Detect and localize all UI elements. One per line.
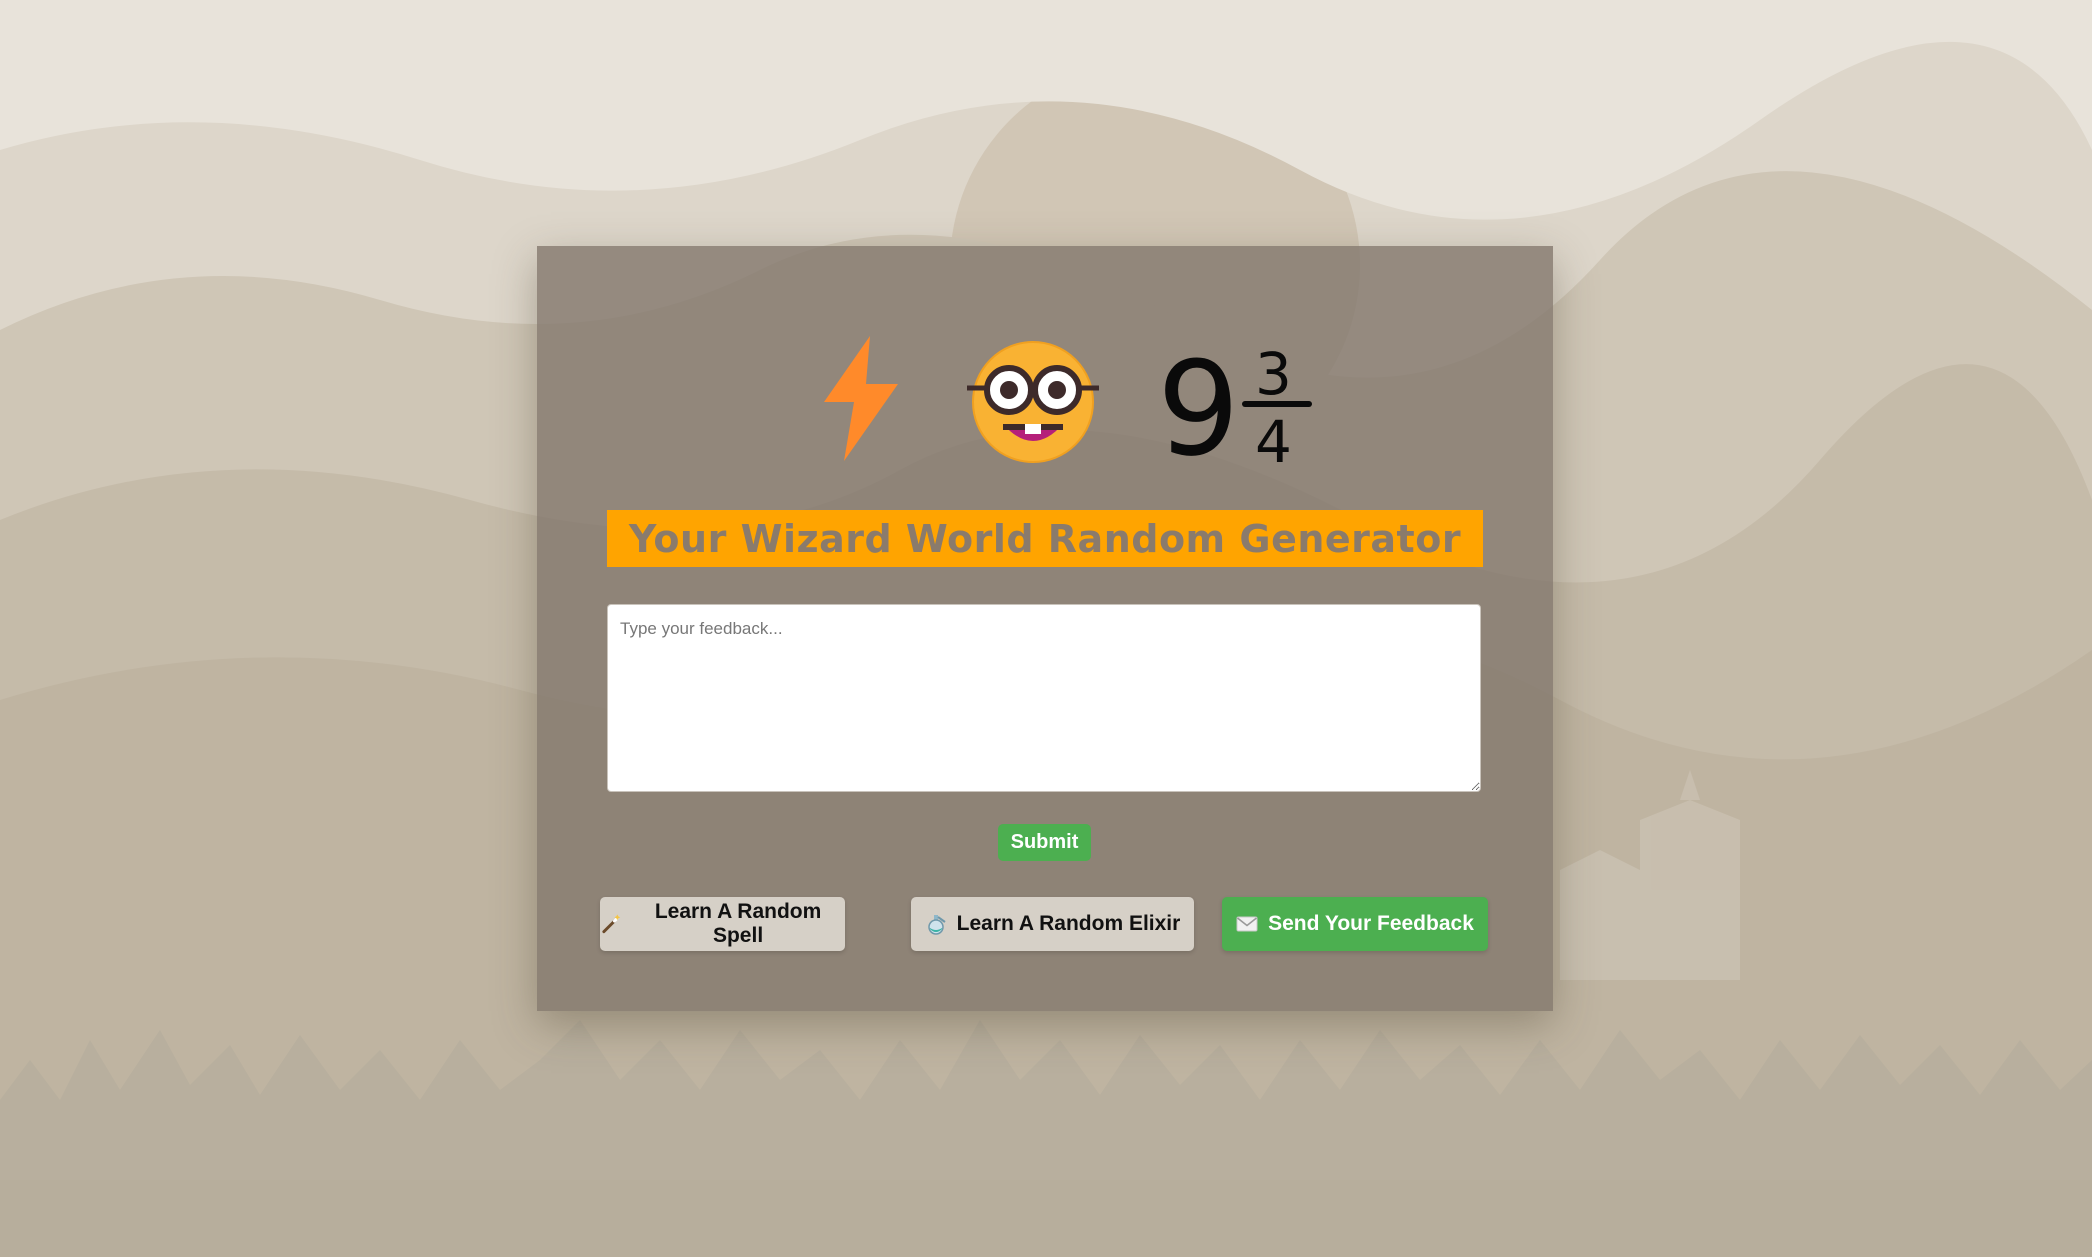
title-banner: Your Wizard World Random Generator	[607, 510, 1483, 567]
learn-random-elixir-label: Learn A Random Elixir	[956, 912, 1181, 935]
platform-numerator: 3	[1255, 340, 1292, 408]
generator-panel: 9 3 4 Your Wizard World Random Generator…	[537, 246, 1553, 1011]
platform-whole-number: 9	[1157, 333, 1240, 476]
submit-button-label: Submit	[1010, 831, 1079, 853]
learn-random-spell-button[interactable]: Learn A Random Spell	[600, 897, 845, 951]
platform-denominator: 4	[1255, 408, 1292, 476]
magic-wand-icon	[602, 914, 621, 934]
envelope-icon	[1236, 916, 1258, 932]
alembic-icon	[927, 915, 946, 935]
submit-button[interactable]: Submit	[998, 824, 1091, 861]
send-feedback-button[interactable]: Send Your Feedback	[1222, 897, 1488, 951]
learn-random-elixir-button[interactable]: Learn A Random Elixir	[911, 897, 1194, 951]
feedback-input[interactable]	[607, 604, 1481, 792]
learn-random-spell-label: Learn A Random Spell	[654, 900, 822, 947]
lightning-bolt-icon	[824, 336, 898, 461]
page-title: Your Wizard World Random Generator	[628, 516, 1462, 561]
platform-nine-three-quarters-icon: 9 3 4	[1157, 333, 1312, 476]
nerd-face-icon	[967, 341, 1099, 463]
header-icons: 9 3 4	[537, 326, 1553, 476]
send-feedback-label: Send Your Feedback	[1268, 912, 1474, 935]
